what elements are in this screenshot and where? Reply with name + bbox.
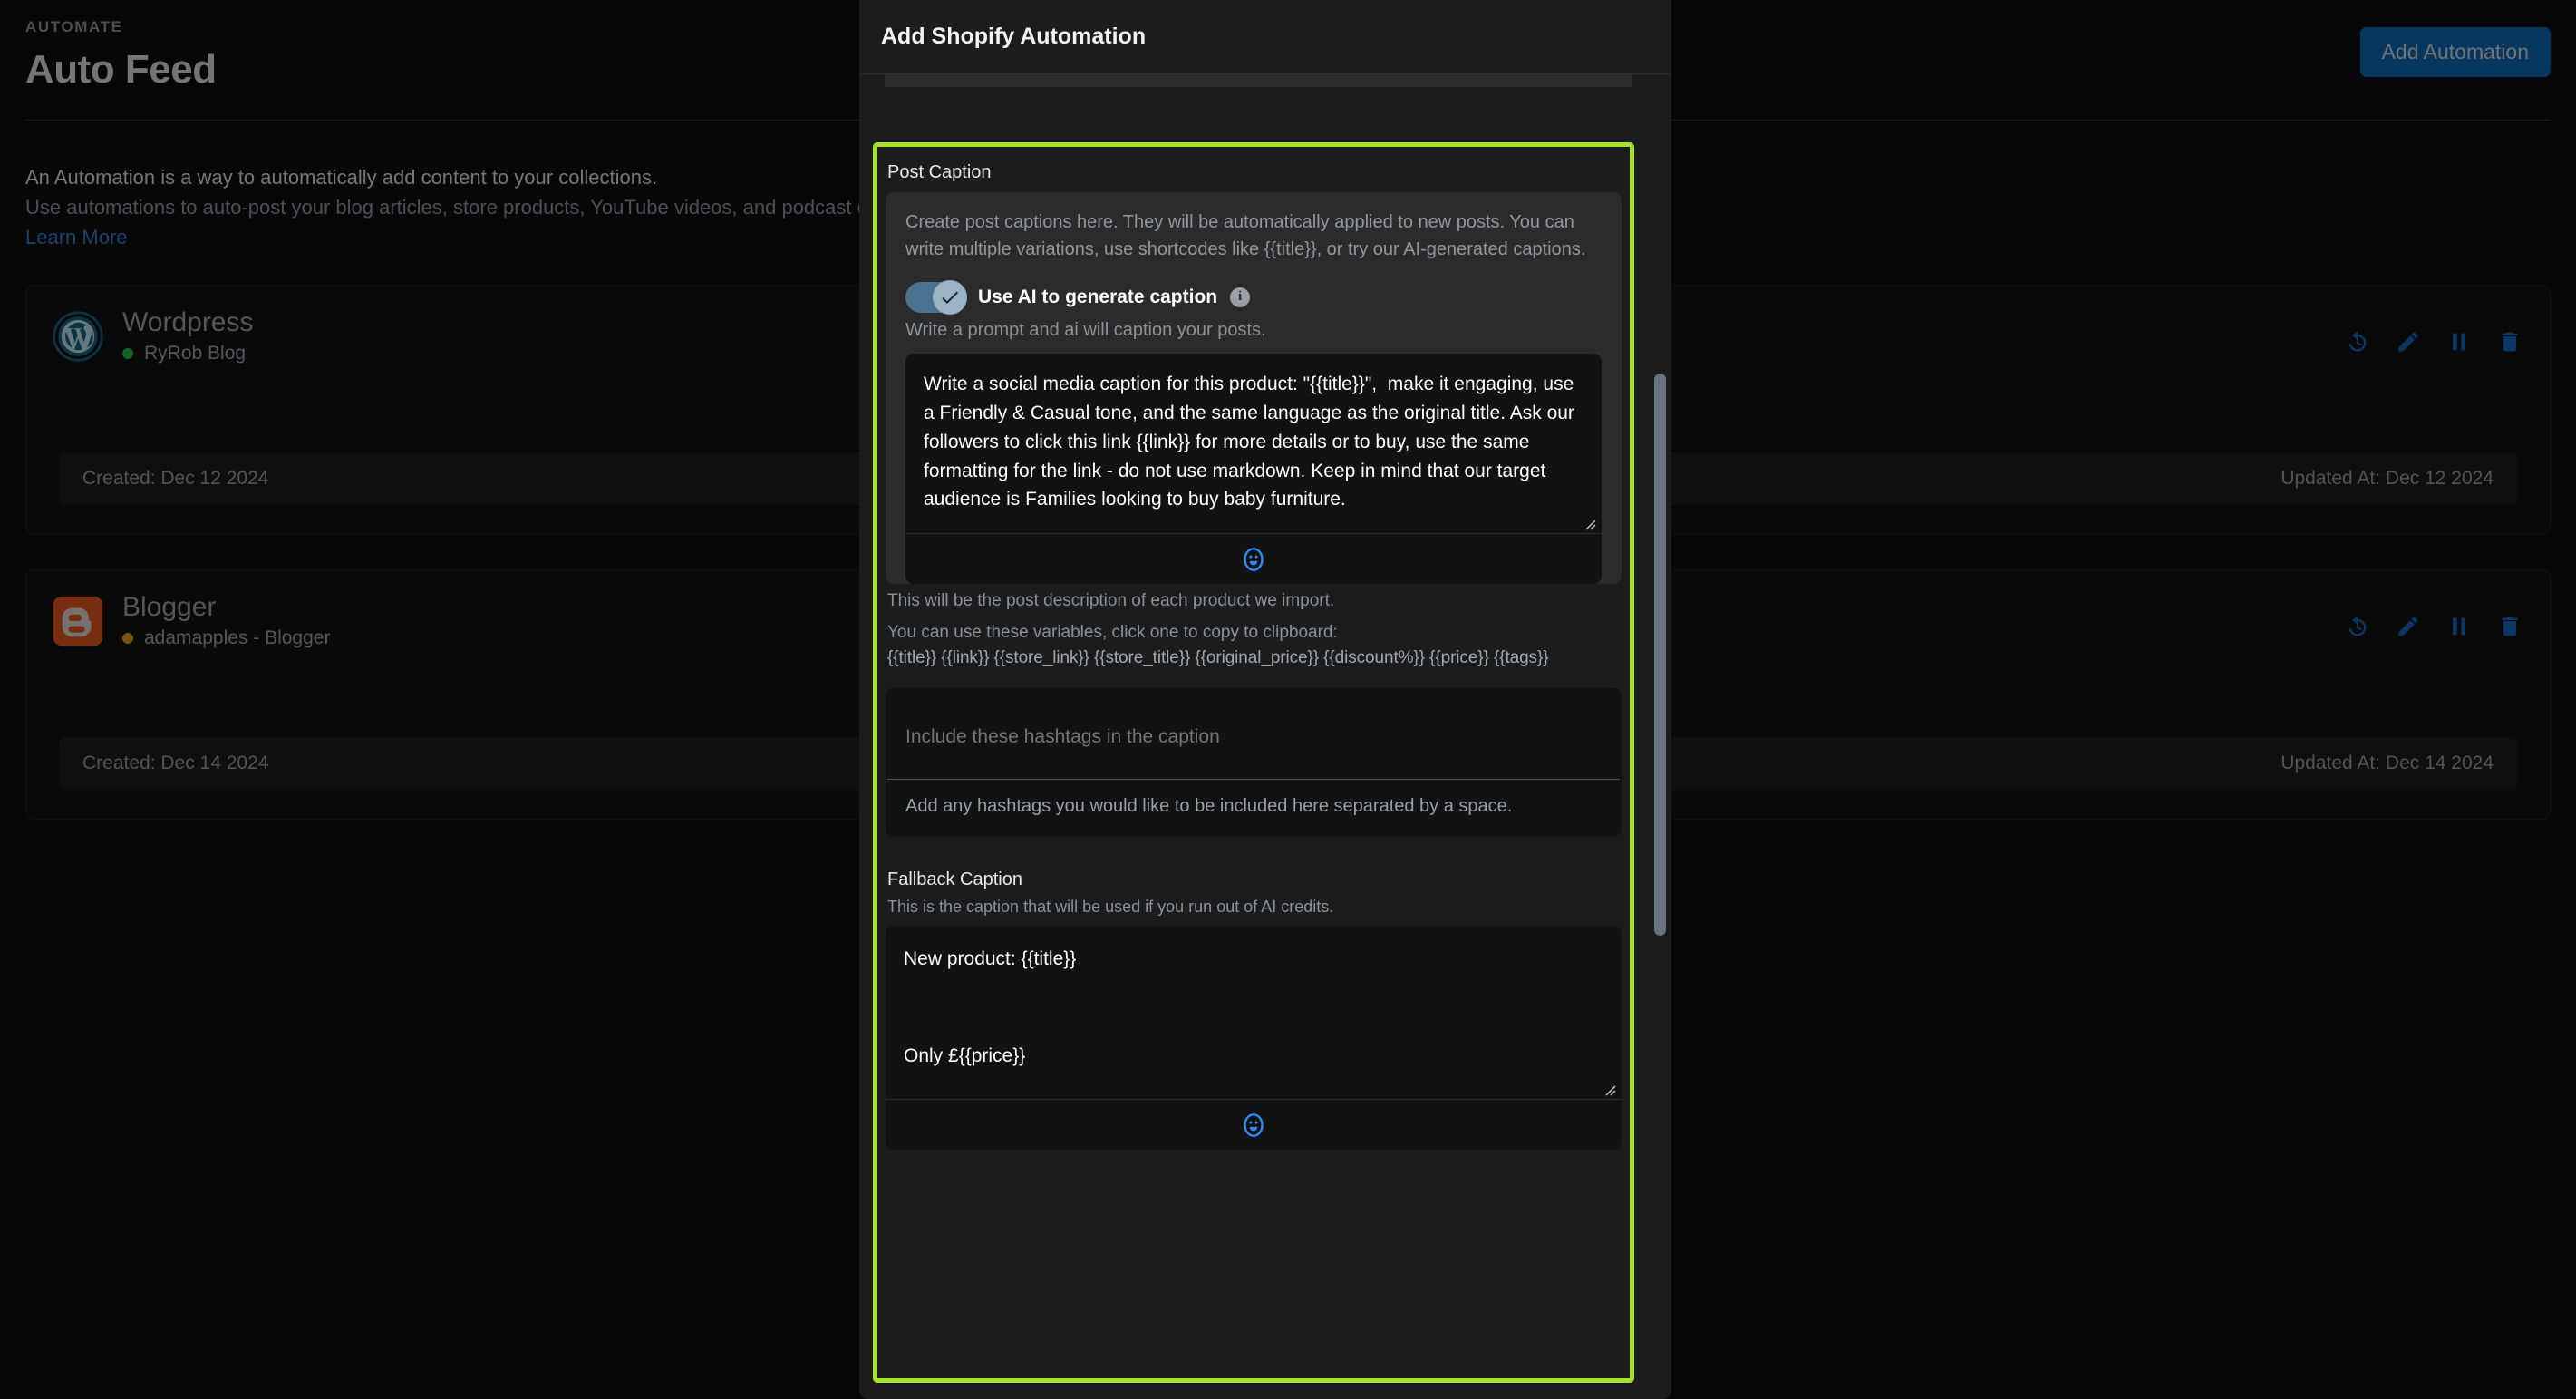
modal-scrollbar-thumb[interactable] <box>1654 374 1666 936</box>
hashtags-input[interactable] <box>886 688 1622 780</box>
ai-prompt-input[interactable] <box>905 353 1602 529</box>
previous-field-peek <box>885 74 1632 87</box>
post-caption-hint-2: You can use these variables, click one t… <box>887 622 1338 642</box>
post-caption-description: Create post captions here. They will be … <box>905 212 1586 260</box>
fallback-caption-label: Fallback Caption <box>887 870 1022 890</box>
use-ai-toggle-row: Use AI to generate caption i <box>886 279 1622 315</box>
post-caption-highlight: Post Caption Create post captions here. … <box>873 142 1634 1383</box>
post-caption-section: Post Caption Create post captions here. … <box>886 155 1622 1370</box>
emoji-picker-icon[interactable] <box>1241 1112 1266 1138</box>
hashtags-field: Add any hashtags you would like to be in… <box>886 688 1622 838</box>
post-caption-field: Create post captions here. They will be … <box>886 192 1622 585</box>
modal-header: Add Shopify Automation <box>859 0 1671 74</box>
add-automation-modal: Add Shopify Automation Post Caption Crea… <box>859 0 1671 1399</box>
fallback-caption-input[interactable] <box>886 926 1622 1095</box>
use-ai-toggle[interactable] <box>905 279 967 315</box>
modal-body: Post Caption Create post captions here. … <box>859 74 1671 1399</box>
fallback-caption-help: This is the caption that will be used if… <box>887 898 1334 917</box>
post-caption-hint-1: This will be the post description of eac… <box>887 591 1335 611</box>
fallback-caption-emoji-bar <box>886 1099 1622 1151</box>
emoji-picker-icon[interactable] <box>1241 547 1266 572</box>
use-ai-toggle-label: Use AI to generate caption <box>978 286 1218 307</box>
hashtags-help: Add any hashtags you would like to be in… <box>905 796 1513 817</box>
ai-prompt-wrap <box>905 353 1602 534</box>
caption-variables[interactable]: {{title}} {{link}} {{store_link}} {{stor… <box>886 646 1622 668</box>
ai-prompt-emoji-bar <box>905 533 1602 585</box>
check-icon <box>942 291 958 304</box>
info-icon[interactable]: i <box>1230 287 1251 307</box>
fallback-caption-wrap <box>886 926 1622 1100</box>
modal-title: Add Shopify Automation <box>881 24 1147 49</box>
use-ai-toggle-help: Write a prompt and ai will caption your … <box>905 319 1266 340</box>
post-caption-label: Post Caption <box>887 162 992 182</box>
toggle-knob <box>933 279 967 315</box>
modal-scrollbar[interactable] <box>1651 74 1671 1399</box>
